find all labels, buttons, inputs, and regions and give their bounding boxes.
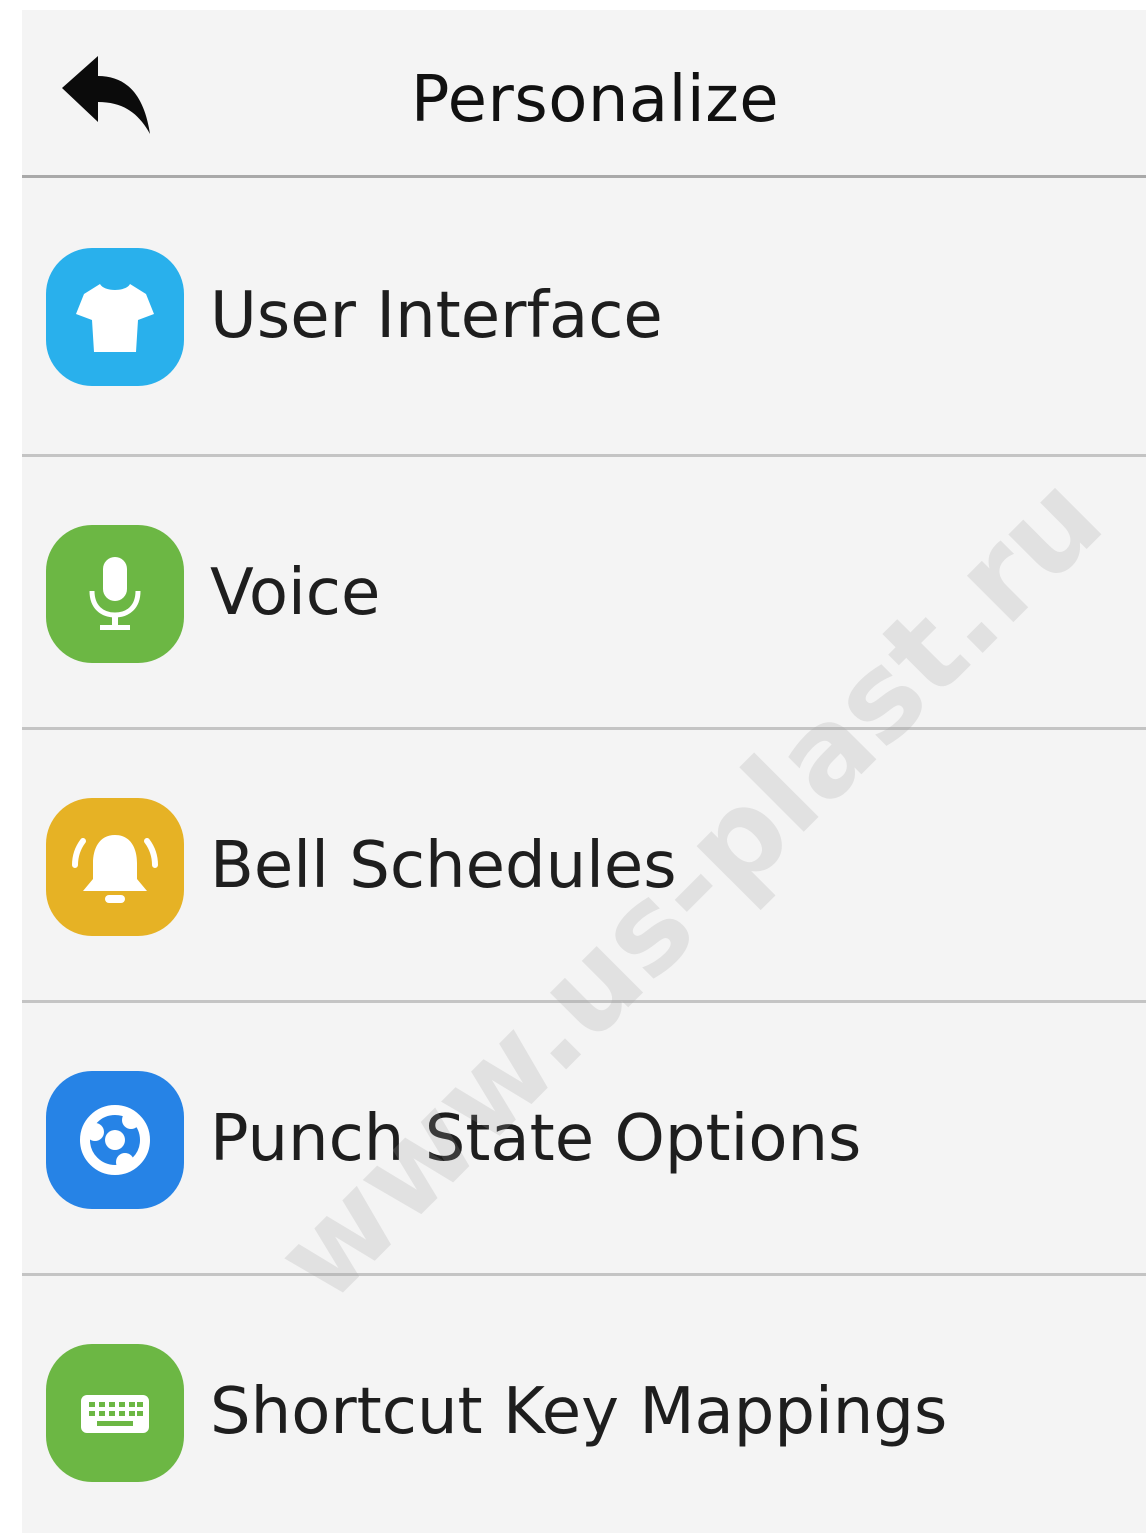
menu-item-label: Punch State Options (210, 1102, 862, 1176)
header-bar: Personalize (22, 10, 1146, 178)
punch-state-icon (80, 1105, 150, 1175)
menu-item-shortcut-key-mappings[interactable]: Shortcut Key Mappings (22, 1276, 1146, 1533)
voice-icon-badge (46, 525, 184, 663)
bell-icon (72, 835, 158, 903)
menu-item-bell-schedules[interactable]: Bell Schedules (22, 730, 1146, 1003)
keyboard-icon (81, 1395, 149, 1433)
punch-state-icon-badge (46, 1071, 184, 1209)
shortcut-key-icon-badge (46, 1344, 184, 1482)
menu-item-user-interface[interactable]: User Interface (22, 178, 1146, 457)
personalize-screen: Personalize User Interface Voice Bell Sc… (22, 10, 1146, 1533)
menu-item-label: User Interface (210, 279, 663, 353)
menu-list: User Interface Voice Bell Schedules Punc… (22, 178, 1146, 1533)
menu-item-punch-state-options[interactable]: Punch State Options (22, 1003, 1146, 1276)
tshirt-icon (76, 284, 154, 352)
microphone-icon (89, 557, 141, 630)
menu-item-label: Voice (210, 556, 381, 630)
user-interface-icon-badge (46, 248, 184, 386)
menu-item-voice[interactable]: Voice (22, 457, 1146, 730)
menu-item-label: Shortcut Key Mappings (210, 1375, 948, 1449)
bell-schedules-icon-badge (46, 798, 184, 936)
page-title: Personalize (410, 63, 780, 137)
menu-item-label: Bell Schedules (210, 829, 677, 903)
